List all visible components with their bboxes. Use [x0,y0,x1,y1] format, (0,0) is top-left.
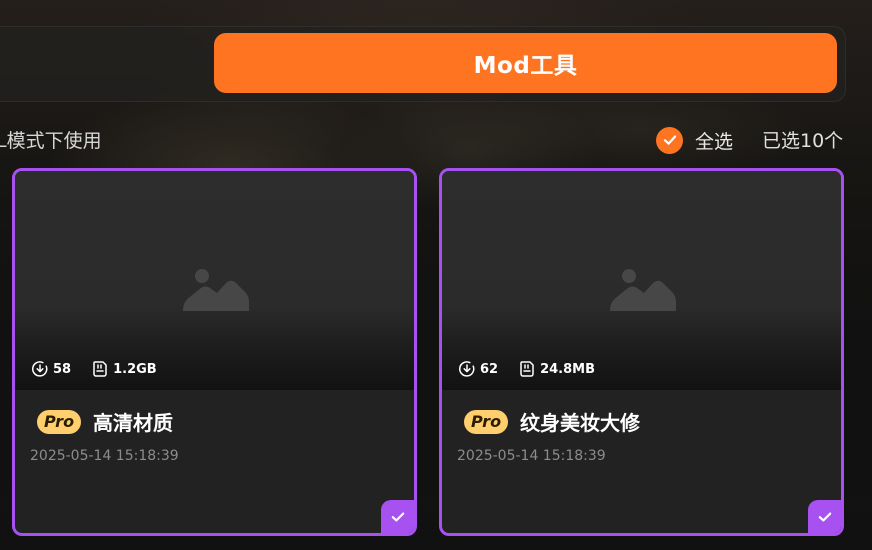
pro-badge: Pro [37,409,81,434]
mod-title: 纹身美妆大修 [520,411,640,435]
card-selected-check[interactable] [381,500,414,533]
size-stat: 24.8MB [518,360,595,378]
download-icon [459,361,475,377]
mod-card[interactable]: 62 24.8MB Pro 纹身美妆大修 2025-05-14 15:18:39 [439,168,844,536]
mod-title-row: Pro 高清材质 [37,407,173,436]
storage-icon [93,361,107,377]
mod-stats: 62 24.8MB [458,359,595,379]
storage-icon [520,361,534,377]
selected-count-label: 已选10个 [762,130,844,152]
checkmark-icon [391,512,404,521]
usage-hint-text: L模式下使用 [0,130,102,152]
mod-title: 高清材质 [93,411,173,435]
check-circle-icon[interactable] [656,126,683,154]
downloads-count: 58 [53,361,72,377]
image-placeholder-icon [183,269,249,311]
size-stat: 1.2GB [91,360,157,378]
mod-library-screen: Mod工具 L模式下使用 全选 已选10个 58 1.2GB Pro 高清材质 … [0,0,872,550]
pro-badge: Pro [464,409,508,434]
mod-date: 2025-05-14 15:18:39 [30,448,179,464]
mod-tool-button[interactable]: Mod工具 [214,33,837,93]
card-selected-check[interactable] [808,500,841,533]
downloads-count: 62 [480,361,499,377]
select-all-toggle[interactable]: 全选 [656,125,733,155]
file-size: 1.2GB [113,361,157,377]
mod-title-row: Pro 纹身美妆大修 [464,407,640,436]
select-all-label: 全选 [695,130,734,153]
mod-thumbnail: 62 24.8MB [442,171,841,390]
file-size: 24.8MB [540,361,596,377]
checkmark-icon [818,512,831,521]
downloads-stat: 62 [458,360,498,378]
mod-card[interactable]: 58 1.2GB Pro 高清材质 2025-05-14 15:18:39 [12,168,417,536]
mod-thumbnail: 58 1.2GB [15,171,414,390]
downloads-stat: 58 [31,360,71,378]
download-icon [32,361,48,377]
mod-date: 2025-05-14 15:18:39 [457,448,606,464]
image-placeholder-icon [610,269,676,311]
mod-stats: 58 1.2GB [31,359,157,379]
